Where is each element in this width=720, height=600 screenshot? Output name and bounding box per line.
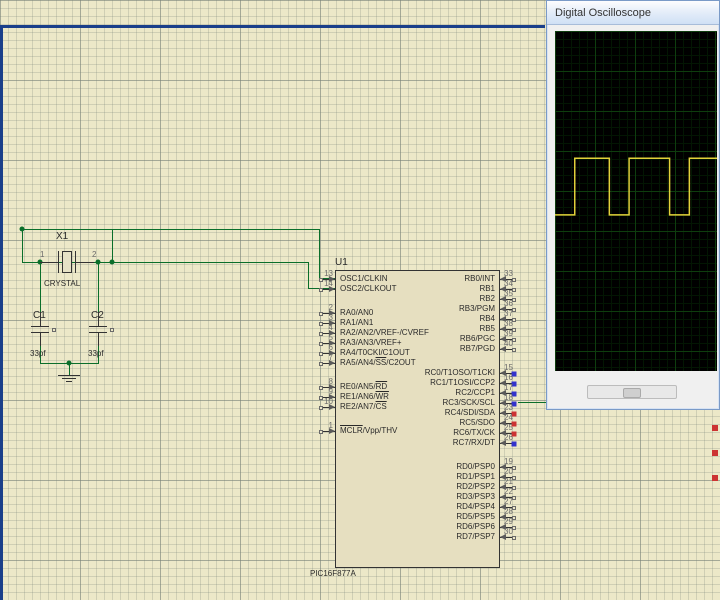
ground-symbol[interactable] <box>58 375 80 382</box>
pin-name: RA0/AN0 <box>340 308 373 317</box>
wire <box>112 229 113 263</box>
x1-value-label: CRYSTAL <box>44 279 80 288</box>
x1-ref-label: X1 <box>56 231 68 242</box>
c2-value-label: 33pf <box>88 349 104 358</box>
pin-name: RB6/PGC <box>460 334 495 343</box>
pin-name: RC7/RX/DT <box>453 438 495 447</box>
wire <box>22 229 320 230</box>
pin-name: RC3/SCK/SCL <box>443 398 495 407</box>
oscilloscope-screen[interactable] <box>555 31 717 371</box>
pin-endpoint[interactable] <box>319 406 323 410</box>
pin-name: RA4/T0CKI/C1OUT <box>340 348 410 357</box>
pin-name: RC2/CCP1 <box>455 388 495 397</box>
pin-name: RA3/AN3/VREF+ <box>340 338 402 347</box>
pin-name: RE1/AN6/WR <box>340 392 389 401</box>
wire <box>40 262 41 314</box>
wire <box>112 262 308 263</box>
pin-name: RB2 <box>479 294 495 303</box>
probe-marker[interactable] <box>712 475 718 481</box>
junction <box>96 260 101 265</box>
pin-endpoint[interactable] <box>319 430 323 434</box>
wire <box>22 229 23 263</box>
c1-value-label: 33pf <box>30 349 46 358</box>
wire <box>98 262 99 314</box>
oscilloscope-titlebar[interactable]: Digital Oscilloscope <box>547 1 719 25</box>
pin-endpoint[interactable] <box>512 348 516 352</box>
c1-ref-label: C1 <box>33 310 46 321</box>
junction <box>67 361 72 366</box>
junction <box>20 227 25 232</box>
c2-ref-label: C2 <box>91 310 104 321</box>
u1-ref-label: U1 <box>335 257 348 268</box>
sheet-border-top <box>0 25 545 30</box>
pin-name: RB7/PGD <box>460 344 495 353</box>
pin-name: RD1/PSP1 <box>456 472 495 481</box>
schematic-canvas[interactable]: X1 1 2 CRYSTAL C1 33pf C2 33pf U1 PIC16F… <box>0 0 720 600</box>
pin-name: RC0/T1OSO/T1CKI <box>425 368 495 377</box>
pin-endpoint[interactable] <box>319 362 323 366</box>
pin-name: RB0/INT <box>464 274 495 283</box>
pin-name: RC4/SDI/SDA <box>445 408 495 417</box>
oscilloscope-window[interactable]: Digital Oscilloscope <box>546 0 720 410</box>
scope-trace <box>555 31 717 371</box>
pin-name: RA2/AN2/VREF-/CVREF <box>340 328 429 337</box>
pin-name: RA5/AN4/SS/C2OUT <box>340 358 416 367</box>
pin-name: RD7/PSP7 <box>456 532 495 541</box>
pin-endpoint[interactable] <box>512 441 517 446</box>
pin-endpoint <box>110 328 114 332</box>
x1-pin2-label: 2 <box>92 250 96 259</box>
pin-name: RB5 <box>479 324 495 333</box>
pin-name: RD4/PSP4 <box>456 502 495 511</box>
wire <box>308 262 309 289</box>
pin-endpoint[interactable] <box>319 288 323 292</box>
pin-name: OSC1/CLKIN <box>340 274 388 283</box>
pin-name: RD2/PSP2 <box>456 482 495 491</box>
pin-name: RB3/PGM <box>459 304 495 313</box>
pin-name: RC1/T1OSI/CCP2 <box>430 378 495 387</box>
pin-name: MCLR/Vpp/THV <box>340 426 397 435</box>
u1-part-label: PIC16F877A <box>310 569 356 578</box>
x1-pin1-label: 1 <box>40 250 44 259</box>
pin-name: RD5/PSP5 <box>456 512 495 521</box>
pin-name: RD0/PSP0 <box>456 462 495 471</box>
probe-marker[interactable] <box>712 425 718 431</box>
probe-marker[interactable] <box>712 450 718 456</box>
sheet-border-left <box>0 25 3 600</box>
pin-name: RD3/PSP3 <box>456 492 495 501</box>
oscilloscope-scrollbar[interactable] <box>587 385 677 399</box>
junction <box>110 260 115 265</box>
pin-name: OSC2/CLKOUT <box>340 284 396 293</box>
pin-name: RE0/AN5/RD <box>340 382 387 391</box>
pin-name: RC5/SDO <box>459 418 495 427</box>
pin-endpoint <box>52 328 56 332</box>
pin-name: RE2/AN7/CS <box>340 402 387 411</box>
pin-name: RC6/TX/CK <box>453 428 495 437</box>
pin-endpoint[interactable] <box>512 536 516 540</box>
oscilloscope-title-text: Digital Oscilloscope <box>555 7 651 19</box>
pin-name: RD6/PSP6 <box>456 522 495 531</box>
pin-name: RB1 <box>479 284 495 293</box>
pin-name: RA1/AN1 <box>340 318 373 327</box>
pin-name: RB4 <box>479 314 495 323</box>
